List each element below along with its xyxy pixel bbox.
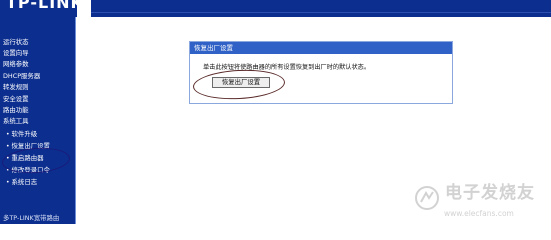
- sidebar-item-change-password[interactable]: 修改登录口令: [6, 165, 50, 176]
- sidebar-item-forwarding[interactable]: 转发规则: [3, 82, 29, 93]
- top-banner: TP-LINK: [0, 0, 551, 17]
- sidebar-item-factory-reset[interactable]: 恢复出厂设置: [6, 141, 50, 152]
- sidebar-nav: 运行状态 设置向导 网络参数 DHCP服务器 转发规则 安全设置 路由功能 系统…: [0, 17, 76, 224]
- sidebar-item-security[interactable]: 安全设置: [3, 94, 29, 105]
- banner-divider: [77, 0, 91, 17]
- sidebar-item-network[interactable]: 网络参数: [3, 59, 29, 70]
- watermark-logo-icon: [415, 186, 439, 210]
- factory-reset-panel: 恢复出厂设置 单击此按钮将使路由器的所有设置恢复到出厂时的默认状态。 恢复出厂设…: [189, 41, 453, 104]
- panel-title: 恢复出厂设置: [190, 42, 452, 54]
- sidebar-item-dhcp[interactable]: DHCP服务器: [3, 71, 40, 82]
- sidebar-item-system-log[interactable]: 系统日志: [6, 177, 38, 188]
- sidebar-item-status[interactable]: 运行状态: [3, 37, 29, 48]
- watermark-text: 电子发烧友: [445, 183, 535, 203]
- banner-rule: [91, 12, 551, 13]
- restore-factory-button[interactable]: 恢复出厂设置: [212, 77, 270, 88]
- sidebar-item-system-tools[interactable]: 系统工具: [3, 116, 29, 127]
- sidebar-item-more[interactable]: 多TP-LINK宽带路由: [3, 213, 59, 224]
- sidebar-item-firmware-upgrade[interactable]: 软件升级: [6, 129, 38, 140]
- sidebar-item-routing[interactable]: 路由功能: [3, 105, 29, 116]
- panel-message: 单击此按钮将使路由器的所有设置恢复到出厂时的默认状态。: [203, 64, 371, 71]
- brand-logo: TP-LINK: [6, 0, 84, 12]
- watermark-url: www.elecfans.com: [444, 209, 514, 218]
- sidebar-item-setup-wizard[interactable]: 设置向导: [3, 48, 29, 59]
- sidebar-item-reboot[interactable]: 重启路由器: [6, 153, 44, 164]
